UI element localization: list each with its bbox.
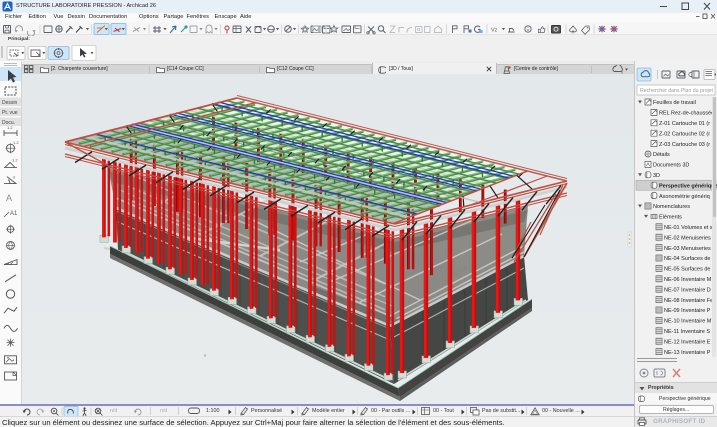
svg-text:NE-03 Menuiseries: NE-03 Menuiseries [664, 246, 711, 252]
svg-text:NE-11 Inventaire S: NE-11 Inventaire S [664, 329, 710, 335]
svg-text:NE-02 Menuiseries: NE-02 Menuiseries [664, 235, 711, 241]
svg-text:NE-12 Inventaire E: NE-12 Inventaire E [664, 339, 711, 345]
svg-text:Détails: Détails [653, 152, 670, 158]
svg-text:NE-09 Inventaire P: NE-09 Inventaire P [664, 308, 711, 314]
svg-text:Rechercher dans Plan du projet: Rechercher dans Plan du projet [640, 88, 714, 94]
svg-text:NE-10 Inventaire M: NE-10 Inventaire M [664, 319, 712, 325]
svg-text:α: α [13, 175, 16, 180]
svg-text:Z-02 Cartouche 02 (r: Z-02 Cartouche 02 (r [659, 131, 710, 137]
svg-text:Pt. vue: Pt. vue [2, 110, 18, 116]
svg-text:NE-07 Inventaire D: NE-07 Inventaire D [664, 287, 711, 293]
svg-text:Perspective générique: Perspective générique [659, 183, 717, 189]
svg-text:Éléments: Éléments [659, 214, 682, 221]
svg-text:Vz: Vz [491, 27, 498, 33]
svg-text:Axonométrie génériq: Axonométrie génériq [659, 194, 710, 200]
svg-text:1.2: 1.2 [7, 125, 13, 130]
svg-text:Z-01 Cartouche 01 (r: Z-01 Cartouche 01 (r [659, 121, 710, 127]
svg-text:Dessin: Dessin [2, 100, 18, 106]
svg-text:NE-05 Surfaces de: NE-05 Surfaces de [664, 267, 710, 273]
svg-text:1.2: 1.2 [13, 140, 19, 145]
svg-text:A1: A1 [10, 211, 18, 217]
svg-text:Z-03 Cartouche 03 (r: Z-03 Cartouche 03 (r [659, 142, 710, 148]
svg-text:Documents 3D: Documents 3D [653, 163, 689, 169]
svg-text:NE-08 Inventaire Fe: NE-08 Inventaire Fe [664, 298, 713, 304]
svg-text:NE-04 Surfaces de: NE-04 Surfaces de [664, 256, 710, 262]
svg-text:Feuilles de travail: Feuilles de travail [653, 100, 696, 106]
svg-text:REL Rez-de-chaussée: REL Rez-de-chaussée [659, 111, 714, 117]
svg-text:NE-06 Inventaire M: NE-06 Inventaire M [664, 277, 712, 283]
svg-text:NE-13 Inventaire P: NE-13 Inventaire P [664, 350, 711, 356]
svg-text:Nomenclatures: Nomenclatures [653, 204, 690, 210]
svg-text:NE-01 Volumes et s: NE-01 Volumes et s [664, 225, 713, 231]
svg-text:1.2: 1.2 [12, 157, 18, 162]
svg-text:3D: 3D [653, 173, 660, 179]
svg-text:A: A [6, 193, 12, 203]
